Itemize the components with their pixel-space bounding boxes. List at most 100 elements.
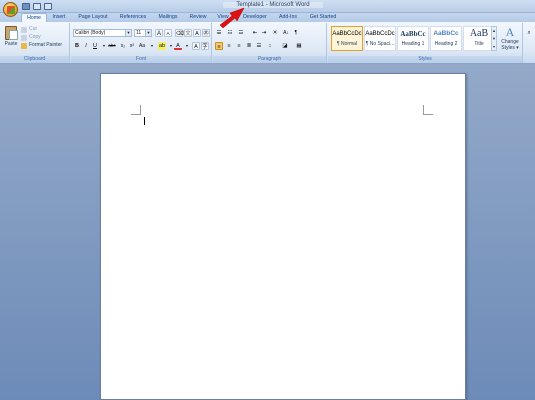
- tab-home[interactable]: Home: [21, 13, 47, 22]
- chevron-down-icon[interactable]: ▼: [145, 30, 151, 36]
- align-left-icon[interactable]: ≡: [215, 42, 223, 50]
- style-sample: AaBbCcDc: [332, 31, 362, 37]
- paste-label: Paste: [4, 41, 18, 47]
- show-formatting-button[interactable]: ¶: [292, 29, 300, 37]
- strikethrough-button[interactable]: abc: [108, 42, 116, 50]
- chevron-down-icon[interactable]: ▼: [125, 30, 131, 36]
- style-sample: AaBbCc: [433, 30, 459, 37]
- copy-icon: [21, 34, 27, 41]
- font-group: Calibri (Body) ▼ 11 ▼ A A ⌫ 文 A ㊍ B I U …: [71, 23, 212, 63]
- redo-icon[interactable]: [44, 3, 52, 10]
- style-name: Heading 1: [401, 41, 425, 47]
- tab-add-ins[interactable]: Add-Ins: [275, 13, 301, 22]
- style-sample: AaB: [469, 28, 489, 39]
- clipboard-icon: [5, 26, 18, 40]
- font-name-value: Calibri (Body): [75, 30, 106, 36]
- style-sample: AaBbCc: [400, 30, 426, 38]
- margin-corner-top-right: [423, 105, 433, 115]
- styles-gallery-scroll[interactable]: ▲ ▼ ▾: [491, 26, 497, 51]
- copy-label: Copy: [29, 34, 41, 40]
- style-name: Heading 2: [434, 41, 458, 47]
- bold-button[interactable]: B: [73, 42, 81, 50]
- align-center-icon[interactable]: ≡: [225, 42, 233, 50]
- font-group-label: Font: [71, 56, 211, 63]
- save-icon[interactable]: [22, 3, 30, 10]
- paste-button[interactable]: Paste: [2, 25, 20, 53]
- document-page[interactable]: [100, 73, 466, 400]
- enclose-char-icon[interactable]: ㊍: [202, 29, 210, 37]
- char-border-icon[interactable]: A: [193, 29, 201, 37]
- phonetic-guide-icon[interactable]: 文: [184, 29, 192, 37]
- paragraph-group: ☰ ☷ ☲ ⇤ ⇥ ✕ A↓ ¶ ≡ ≡ ≡ ≣ ☰ ↕ ◪ ▦ Paragra…: [213, 23, 327, 63]
- char-scale-icon[interactable]: 字: [201, 42, 209, 50]
- paintbrush-icon: [21, 42, 27, 49]
- sort-button[interactable]: A↓: [282, 29, 290, 37]
- tab-review[interactable]: Review: [186, 13, 210, 22]
- change-case-button[interactable]: Aa: [138, 42, 146, 50]
- style-name: Title: [474, 41, 484, 47]
- style-no-spacing[interactable]: AaBbCcDc ¶ No Spaci...: [364, 26, 396, 51]
- increase-indent-icon[interactable]: ⇥: [260, 29, 268, 37]
- find-icon[interactable]: ⌕: [525, 29, 533, 37]
- line-spacing-icon[interactable]: ↕: [266, 42, 274, 50]
- asian-layout-icon[interactable]: ✕: [271, 29, 279, 37]
- change-case-dropdown-icon[interactable]: ▾: [148, 42, 156, 50]
- subscript-button[interactable]: x₂: [119, 42, 127, 50]
- style-sample: AaBbCcDc: [365, 31, 395, 37]
- italic-button[interactable]: I: [82, 42, 90, 50]
- style-name: ¶ Normal: [336, 41, 358, 47]
- styles-group: AaBbCcDc ¶ Normal AaBbCcDc ¶ No Spaci...…: [328, 23, 523, 63]
- underline-button[interactable]: U: [91, 42, 99, 50]
- paragraph-group-label: Paragraph: [213, 56, 326, 63]
- borders-icon[interactable]: ▦: [295, 42, 303, 50]
- underline-dropdown-icon[interactable]: ▾: [100, 42, 108, 50]
- clipboard-group-label: Clipboard: [0, 56, 69, 63]
- clear-format-icon[interactable]: ⌫: [175, 29, 184, 37]
- grow-font-button[interactable]: A: [155, 29, 163, 37]
- align-right-icon[interactable]: ≡: [235, 42, 243, 50]
- tab-references[interactable]: References: [116, 13, 150, 22]
- office-button[interactable]: [3, 2, 18, 17]
- tab-page-layout[interactable]: Page Layout: [73, 13, 113, 22]
- multilevel-list-icon[interactable]: ☲: [237, 29, 245, 37]
- font-size-value: 11: [136, 30, 142, 36]
- ribbon: Paste Cut Copy Format Painter Clipboard …: [0, 22, 535, 64]
- style-normal[interactable]: AaBbCcDc ¶ Normal: [331, 26, 363, 51]
- clipboard-group: Paste Cut Copy Format Painter Clipboard: [0, 23, 70, 63]
- styles-group-label: Styles: [328, 56, 522, 63]
- tab-insert[interactable]: Insert: [48, 13, 70, 22]
- shrink-font-button[interactable]: A: [164, 29, 172, 37]
- tab-get-started[interactable]: Get Started: [305, 13, 341, 22]
- cut-button[interactable]: Cut: [21, 26, 37, 33]
- margin-corner-top-left: [131, 105, 141, 115]
- text-caret: [144, 117, 145, 125]
- highlight-button[interactable]: ab: [158, 42, 166, 50]
- numbering-icon[interactable]: ☷: [226, 29, 234, 37]
- cut-label: Cut: [29, 26, 37, 32]
- office-logo-icon: [7, 6, 15, 14]
- font-name-combo[interactable]: Calibri (Body) ▼: [73, 29, 132, 37]
- change-styles-button[interactable]: A Change Styles ▾: [499, 26, 521, 56]
- superscript-button[interactable]: x²: [128, 42, 136, 50]
- shading-icon[interactable]: ◪: [281, 42, 289, 50]
- undo-icon[interactable]: [33, 3, 41, 10]
- style-heading-1[interactable]: AaBbCc Heading 1: [397, 26, 429, 51]
- font-color-button[interactable]: A: [174, 42, 182, 50]
- font-size-combo[interactable]: 11 ▼: [134, 29, 152, 37]
- change-styles-icon: A: [505, 25, 515, 39]
- font-color-dropdown-icon[interactable]: ▾: [183, 42, 191, 50]
- bullets-icon[interactable]: ☰: [215, 29, 223, 37]
- justify-icon[interactable]: ≣: [245, 42, 253, 50]
- scissors-icon: [21, 26, 27, 33]
- tab-mailings[interactable]: Mailings: [153, 13, 183, 22]
- distributed-icon[interactable]: ☰: [255, 42, 263, 50]
- change-styles-label-2: Styles ▾: [501, 45, 519, 51]
- char-shading-icon[interactable]: A: [192, 42, 200, 50]
- style-heading-2[interactable]: AaBbCc Heading 2: [430, 26, 462, 51]
- editing-group: ⌕: [524, 23, 535, 63]
- copy-button[interactable]: Copy: [21, 34, 41, 41]
- decrease-indent-icon[interactable]: ⇤: [251, 29, 259, 37]
- ribbon-tab-bar: Home Insert Page Layout References Maili…: [0, 13, 535, 22]
- red-arrow-icon: [219, 7, 245, 29]
- format-painter-button[interactable]: Format Painter: [21, 42, 62, 49]
